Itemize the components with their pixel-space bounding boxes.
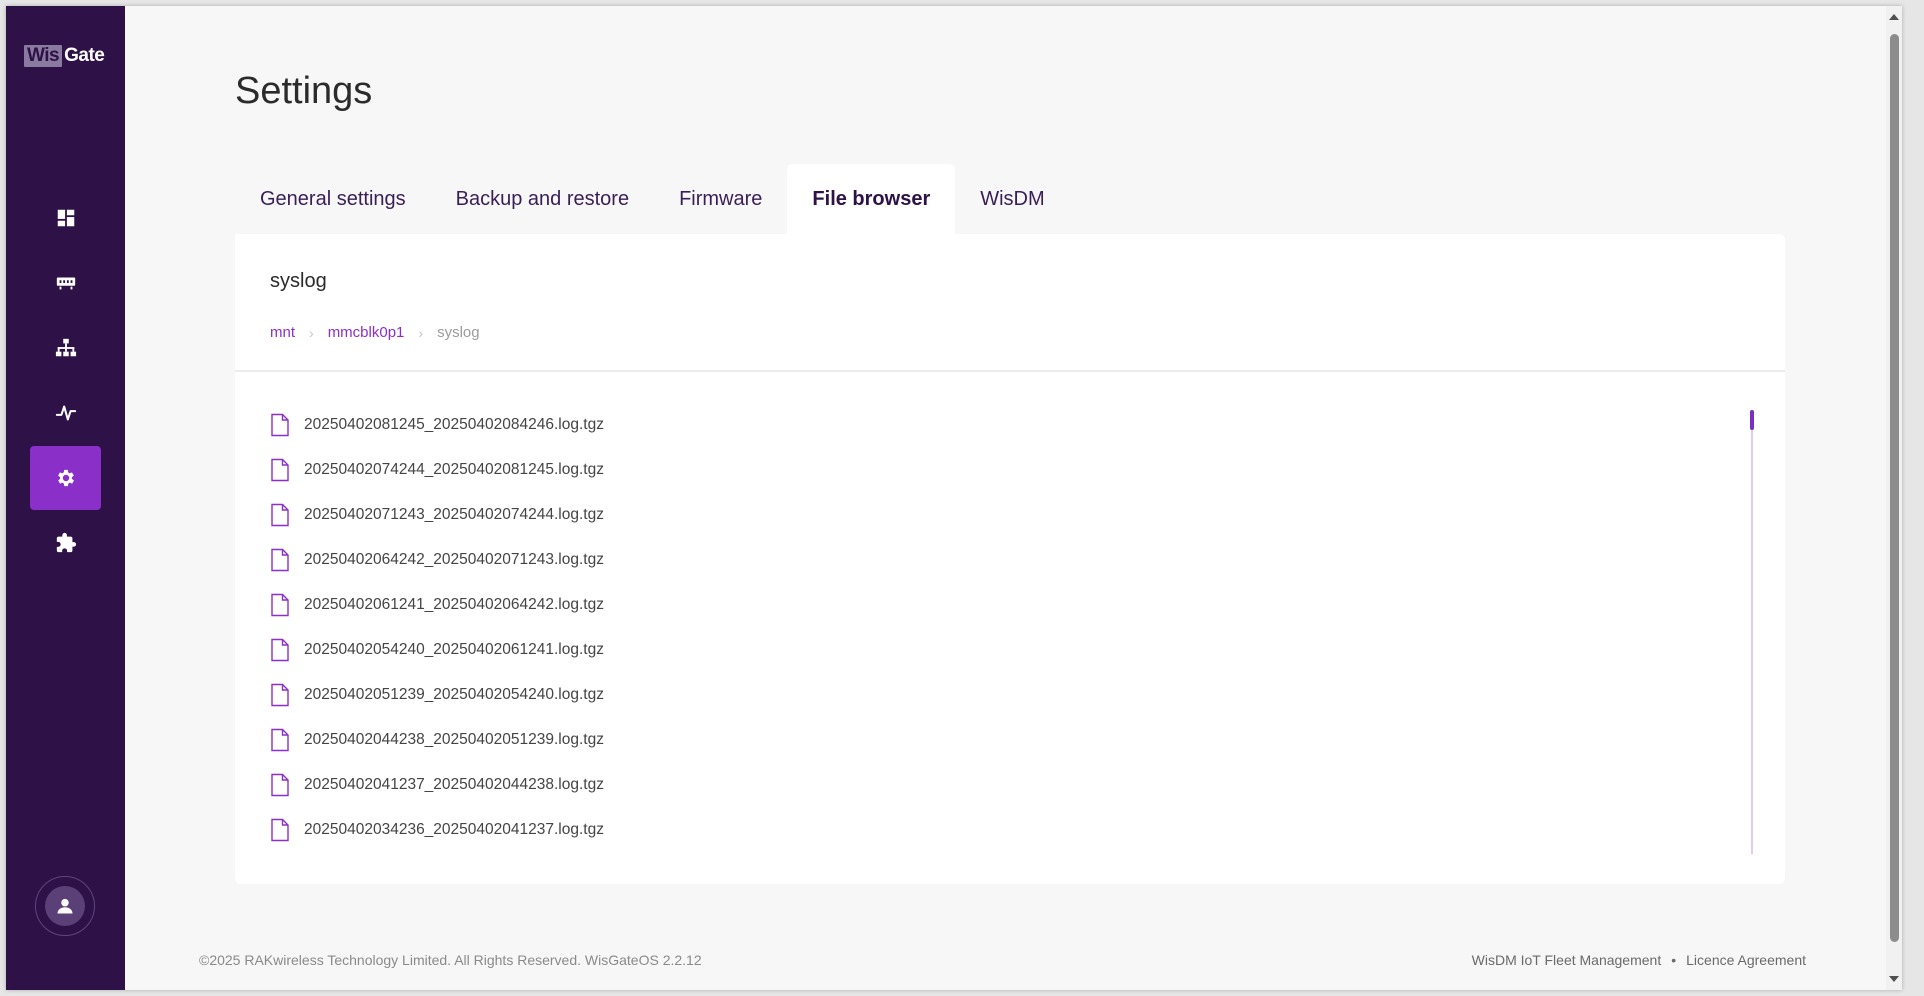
window-scroll-thumb[interactable]	[1890, 34, 1899, 942]
scroll-down-icon[interactable]	[1889, 976, 1899, 982]
footer-separator: •	[1671, 952, 1677, 968]
footer-copyright: ©2025 RAKwireless Technology Limited. Al…	[199, 952, 702, 968]
sidebar-item-gateway[interactable]	[30, 251, 101, 315]
wisdm-fleet-link[interactable]: WisDM IoT Fleet Management	[1472, 952, 1662, 968]
settings-tabs: General settings Backup and restore Firm…	[235, 164, 1070, 234]
sidebar-item-monitoring[interactable]	[30, 381, 101, 445]
sidebar-item-settings[interactable]	[30, 446, 101, 510]
user-icon	[57, 898, 73, 914]
tab-backup-and-restore[interactable]: Backup and restore	[431, 164, 654, 234]
file-name: 20250402074244_20250402081245.log.tgz	[304, 460, 604, 478]
window-scrollbar[interactable]	[1886, 6, 1902, 990]
file-list: 20250402081245_20250402084246.log.tgz 202…	[270, 402, 604, 852]
breadcrumb: mnt › mmcblk0p1 › syslog	[270, 324, 480, 341]
file-icon	[271, 458, 289, 481]
sidebar-item-network[interactable]	[30, 316, 101, 380]
file-icon	[271, 548, 289, 571]
file-row[interactable]: 20250402034236_20250402041237.log.tgz	[270, 807, 604, 852]
file-name: 20250402071243_20250402074244.log.tgz	[304, 505, 604, 523]
gear-icon	[57, 469, 74, 487]
footer-links: WisDM IoT Fleet Management • Licence Agr…	[1472, 952, 1806, 968]
logo-wis: Wis	[24, 45, 63, 67]
file-row[interactable]: 20250402041237_20250402044238.log.tgz	[270, 762, 604, 807]
breadcrumb-mnt[interactable]: mnt	[270, 324, 295, 341]
chevron-right-icon: ›	[418, 324, 424, 341]
sidebar: Wis Gate	[6, 6, 125, 990]
tab-wisdm[interactable]: WisDM	[955, 164, 1069, 234]
page-title: Settings	[235, 70, 373, 112]
file-row[interactable]: 20250402061241_20250402064242.log.tgz	[270, 582, 604, 627]
app-window: Wis Gate Settings General settings Backu…	[6, 6, 1902, 990]
folder-title: syslog	[270, 270, 327, 292]
file-name: 20250402034236_20250402041237.log.tgz	[304, 820, 604, 838]
file-row[interactable]: 20250402074244_20250402081245.log.tgz	[270, 447, 604, 492]
logo-gate: Gate	[64, 45, 105, 66]
file-row[interactable]: 20250402051239_20250402054240.log.tgz	[270, 672, 604, 717]
file-name: 20250402061241_20250402064242.log.tgz	[304, 595, 604, 613]
activity-icon	[55, 405, 76, 421]
file-name: 20250402041237_20250402044238.log.tgz	[304, 775, 604, 793]
avatar	[45, 886, 85, 926]
chevron-right-icon: ›	[309, 324, 314, 341]
network-icon	[55, 338, 76, 357]
puzzle-icon	[56, 532, 76, 553]
licence-agreement-link[interactable]: Licence Agreement	[1686, 952, 1806, 968]
scroll-up-icon[interactable]	[1889, 14, 1899, 20]
file-row[interactable]: 20250402054240_20250402061241.log.tgz	[270, 627, 604, 672]
file-icon	[271, 773, 289, 796]
file-name: 20250402044238_20250402051239.log.tgz	[304, 730, 604, 748]
user-menu[interactable]	[35, 876, 95, 936]
file-name: 20250402054240_20250402061241.log.tgz	[304, 640, 604, 658]
file-browser-panel: syslog mnt › mmcblk0p1 › syslog 20250402…	[235, 234, 1785, 884]
file-icon	[271, 593, 289, 616]
file-icon	[271, 413, 289, 436]
gateway-icon	[56, 277, 75, 290]
file-list-scroll-track[interactable]	[1751, 410, 1753, 854]
file-icon	[271, 728, 289, 751]
sidebar-item-dashboard[interactable]	[30, 186, 101, 250]
file-row[interactable]: 20250402071243_20250402074244.log.tgz	[270, 492, 604, 537]
wisgate-logo[interactable]: Wis Gate	[24, 44, 105, 68]
file-row[interactable]: 20250402081245_20250402084246.log.tgz	[270, 402, 604, 447]
file-list-scroll-thumb[interactable]	[1750, 410, 1754, 430]
file-name: 20250402051239_20250402054240.log.tgz	[304, 685, 604, 703]
file-name: 20250402064242_20250402071243.log.tgz	[304, 550, 604, 568]
file-browser-header: syslog mnt › mmcblk0p1 › syslog	[235, 234, 1785, 372]
sidebar-item-extensions[interactable]	[30, 511, 101, 575]
file-icon	[271, 818, 289, 841]
file-row[interactable]: 20250402064242_20250402071243.log.tgz	[270, 537, 604, 582]
breadcrumb-mmcblk0p1[interactable]: mmcblk0p1	[328, 324, 405, 341]
file-name: 20250402081245_20250402084246.log.tgz	[304, 415, 604, 433]
file-icon	[271, 638, 289, 661]
file-icon	[271, 683, 289, 706]
tab-general-settings[interactable]: General settings	[235, 164, 431, 234]
file-row[interactable]: 20250402044238_20250402051239.log.tgz	[270, 717, 604, 762]
file-icon	[271, 503, 289, 526]
tab-file-browser[interactable]: File browser	[787, 164, 956, 234]
dashboard-icon	[57, 209, 74, 227]
breadcrumb-syslog: syslog	[437, 324, 480, 341]
tab-firmware[interactable]: Firmware	[654, 164, 787, 234]
